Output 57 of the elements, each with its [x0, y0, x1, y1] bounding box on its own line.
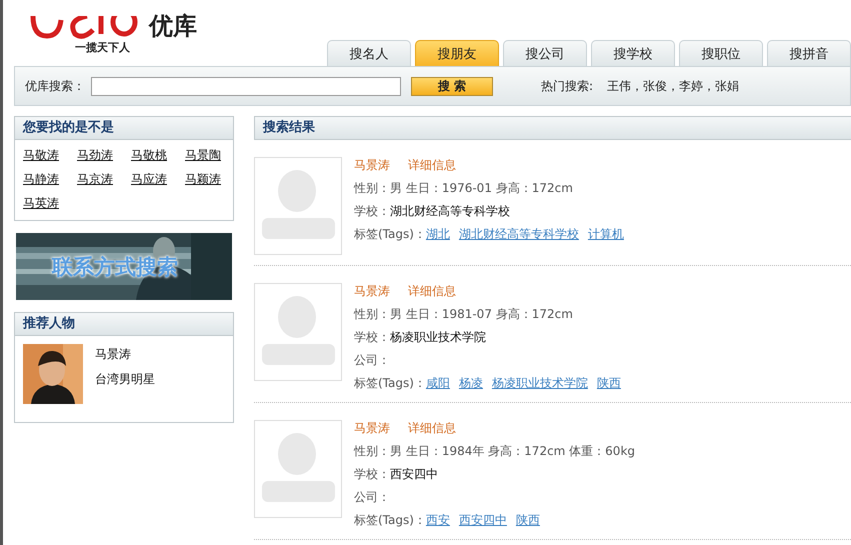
person-name: 马景涛	[354, 420, 390, 437]
panel-title: 推荐人物	[15, 313, 233, 336]
tag-link[interactable]: 湖北财经高等专科学校	[458, 226, 579, 243]
detail-link[interactable]: 详细信息	[408, 157, 456, 174]
search-tab[interactable]: 搜名人	[327, 40, 411, 66]
field-label: 学校：	[354, 203, 390, 220]
suggestion-link[interactable]: 马颖涛	[185, 171, 221, 188]
profile-info: 性别：男 生日：1984年 身高：172cm 体重：60kg	[354, 443, 636, 460]
search-field[interactable]	[91, 76, 401, 96]
search-tab[interactable]: 搜学校	[591, 40, 675, 66]
search-tab[interactable]: 搜拼音	[767, 40, 851, 66]
profile-info: 性别：男 生日：1976-01 身高：172cm	[354, 180, 574, 197]
suggestion-link[interactable]: 马景陶	[185, 147, 221, 164]
featured-name[interactable]: 马景涛	[95, 346, 155, 363]
featured-description: 台湾男明星	[95, 371, 155, 388]
tag-link[interactable]: 陕西	[596, 375, 621, 392]
tag-link[interactable]: 杨凌职业技术学院	[492, 375, 588, 392]
suggestion-link[interactable]: 马敬涛	[23, 147, 59, 164]
detail-link[interactable]: 详细信息	[408, 420, 456, 437]
field-value: 西安四中	[390, 466, 438, 483]
field-label: 公司：	[354, 489, 390, 506]
results-title: 搜索结果	[254, 116, 851, 140]
field-label: 学校：	[354, 329, 390, 346]
search-label: 优库搜索：	[25, 78, 85, 94]
field-value: 杨凌职业技术学院	[390, 329, 486, 346]
search-button[interactable]: 搜 索	[411, 76, 493, 96]
tag-link[interactable]: 咸阳	[426, 375, 450, 392]
field-value: 湖北财经高等专科学校	[390, 203, 510, 220]
search-tab[interactable]: 搜公司	[503, 40, 587, 66]
tag-link[interactable]: 湖北	[426, 226, 450, 243]
suggestion-link[interactable]: 马应涛	[131, 171, 167, 188]
person-name: 马景涛	[354, 157, 390, 174]
suggestion-link[interactable]: 马静涛	[23, 171, 59, 188]
search-tab[interactable]: 搜职位	[679, 40, 763, 66]
tags-label: 标签(Tags)：	[354, 226, 426, 243]
person-name: 马景涛	[354, 283, 390, 300]
detail-link[interactable]: 详细信息	[408, 283, 456, 300]
suggestion-link[interactable]: 马劲涛	[77, 147, 113, 164]
tag-link[interactable]: 西安四中	[458, 512, 507, 529]
tag-link[interactable]: 陕西	[516, 512, 540, 529]
tag-link[interactable]: 计算机	[588, 226, 624, 243]
tags-label: 标签(Tags)：	[354, 512, 426, 529]
suggestion-link[interactable]: 马英涛	[23, 195, 59, 212]
slogan: 一揽天下人	[75, 40, 131, 55]
profile-info: 性别：男 生日：1981-07 身高：172cm	[354, 306, 574, 323]
tag-link[interactable]: 杨凌	[458, 375, 483, 392]
hot-search-terms: 王伟，张俊，李婷，张娟	[607, 78, 740, 94]
search-tab[interactable]: 搜朋友	[415, 40, 499, 66]
field-label: 公司：	[354, 352, 390, 369]
panel-title: 您要找的是不是	[15, 117, 233, 140]
logo-text: 优库	[149, 11, 197, 42]
hot-search-label: 热门搜索:	[541, 78, 594, 94]
suggestion-link[interactable]: 马京涛	[77, 171, 113, 188]
field-label: 学校：	[354, 466, 390, 483]
suggestion-link[interactable]: 马敬桃	[131, 147, 167, 164]
tags-label: 标签(Tags)：	[354, 375, 426, 392]
tag-link[interactable]: 西安	[426, 512, 450, 529]
